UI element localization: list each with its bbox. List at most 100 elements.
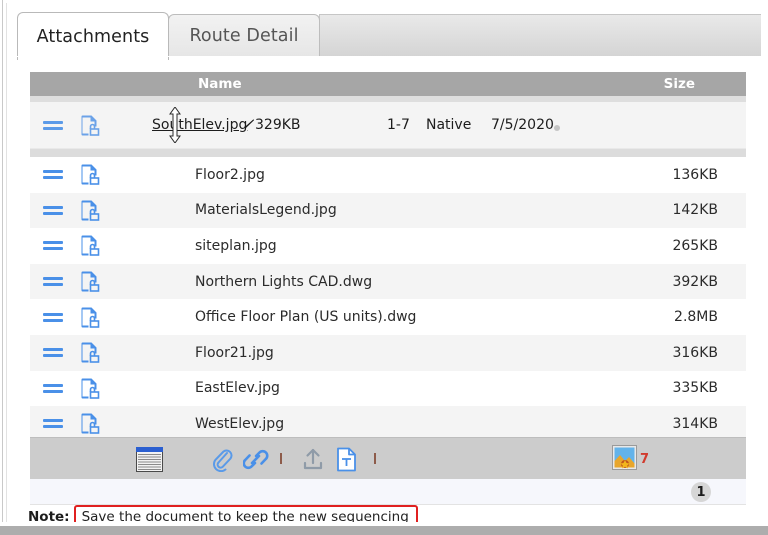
row-filename[interactable]: Floor21.jpg: [195, 345, 274, 361]
document-link-icon[interactable]: [78, 306, 102, 329]
tab-route-detail-label: Route Detail: [189, 26, 299, 46]
tab-strip-filler: [319, 14, 761, 57]
tab-route-detail[interactable]: Route Detail: [168, 14, 320, 57]
drag-handle-icon: [43, 167, 63, 182]
document-link-icon[interactable]: [78, 377, 102, 400]
row-filename[interactable]: EastElev.jpg: [195, 380, 280, 396]
row-filename[interactable]: siteplan.jpg: [195, 238, 277, 254]
drag-handle[interactable]: [42, 381, 64, 396]
pencil-icon[interactable]: [242, 116, 255, 135]
table-row[interactable]: Floor2.jpg 136KB: [30, 157, 746, 193]
document-link-icon[interactable]: [78, 412, 102, 435]
link-icon[interactable]: [243, 447, 269, 472]
drag-handle[interactable]: [42, 416, 64, 431]
document-link-icon-svg: [81, 115, 99, 136]
list-view-icon[interactable]: [136, 447, 163, 472]
row-filename[interactable]: MaterialsLegend.jpg: [195, 202, 337, 218]
paperclip-icon-svg: [213, 449, 233, 472]
image-thumbnail-count: 7: [640, 452, 650, 467]
attachments-grid: Name Size SouthElev.jpg 329KB 1-7 Native…: [30, 72, 746, 442]
link-icon-svg: [243, 449, 269, 470]
pagination-bar: 1: [30, 479, 746, 505]
toolbar-separator-1: [280, 453, 282, 464]
drag-handle-icon: [43, 238, 63, 253]
vertical-move-cursor-svg: [169, 106, 181, 144]
document-link-icon[interactable]: [78, 234, 102, 257]
paperclip-icon[interactable]: [210, 447, 234, 472]
row-size: 136KB: [672, 166, 718, 183]
drag-handle-icon: [43, 274, 63, 289]
row-size: 392KB: [672, 273, 718, 290]
tab-attachments[interactable]: Attachments: [17, 12, 169, 60]
document-link-icon-svg: [81, 307, 99, 328]
tab-attachments-label: Attachments: [36, 26, 150, 47]
document-link-icon[interactable]: [78, 114, 102, 137]
document-link-icon-svg: [81, 164, 99, 186]
drag-handle[interactable]: [42, 274, 64, 289]
row-filename[interactable]: Floor2.jpg: [195, 167, 265, 183]
panel-inner-border: [6, 3, 7, 525]
row-size: 335KB: [672, 380, 718, 397]
row-filename[interactable]: Office Floor Plan (US units).dwg: [195, 309, 416, 325]
drag-preview-type: Native: [426, 117, 472, 133]
row-size: 142KB: [672, 202, 718, 219]
list-view-icon-svg: [136, 447, 163, 472]
row-filename[interactable]: WestElev.jpg: [195, 416, 284, 432]
tab-strip: Attachments Route Detail: [9, 9, 761, 60]
row-size: 2.8MB: [674, 309, 718, 326]
document-link-icon[interactable]: [78, 341, 102, 364]
drag-preview-row[interactable]: SouthElev.jpg 329KB 1-7 Native 7/5/2020: [30, 102, 746, 149]
document-link-icon-svg: [81, 271, 99, 292]
table-row[interactable]: MaterialsLegend.jpg 142KB: [30, 192, 746, 229]
drag-handle[interactable]: [42, 118, 64, 133]
drag-handle[interactable]: [42, 238, 64, 253]
image-thumbnail-icon-svg: [612, 445, 637, 470]
column-header-size[interactable]: Size: [664, 76, 695, 92]
document-link-icon[interactable]: [78, 163, 102, 186]
column-header-name[interactable]: Name: [198, 76, 242, 92]
row-size: 314KB: [672, 415, 718, 432]
vertical-move-cursor-icon: [168, 106, 182, 144]
grid-toolbar: 7: [30, 437, 746, 480]
upload-icon[interactable]: [301, 447, 325, 472]
attachments-panel: Attachments Route Detail Name Size South…: [0, 0, 768, 535]
document-link-icon[interactable]: [78, 270, 102, 293]
row-filename[interactable]: Northern Lights CAD.dwg: [195, 274, 372, 290]
document-link-icon-svg: [81, 413, 99, 435]
drag-handle-icon: [43, 381, 63, 396]
table-row[interactable]: siteplan.jpg 265KB: [30, 228, 746, 264]
drag-handle[interactable]: [42, 167, 64, 182]
drag-preview-pages: 1-7: [387, 117, 410, 133]
text-document-icon[interactable]: [336, 447, 358, 472]
tab-strip-underline: [9, 56, 761, 57]
drag-preview-filename[interactable]: SouthElev.jpg: [152, 117, 247, 133]
document-link-icon-svg: [81, 342, 99, 364]
image-thumbnail-icon[interactable]: [612, 445, 637, 470]
table-row[interactable]: EastElev.jpg 335KB: [30, 370, 746, 407]
document-link-icon-svg: [81, 235, 99, 257]
document-link-icon-svg: [81, 378, 99, 399]
drag-preview-status-dot: [554, 125, 560, 131]
drag-handle-icon: [43, 345, 63, 360]
upload-icon-svg: [303, 448, 323, 470]
drag-handle-icon: [43, 416, 63, 431]
drag-handle[interactable]: [42, 310, 64, 325]
drag-handle-icon: [43, 203, 63, 218]
drag-handle[interactable]: [42, 345, 64, 360]
document-link-icon-svg: [81, 200, 99, 221]
row-size: 316KB: [672, 344, 718, 361]
drag-handle[interactable]: [42, 203, 64, 218]
table-row[interactable]: Floor21.jpg 316KB: [30, 334, 746, 371]
page-number-badge[interactable]: 1: [691, 482, 711, 502]
window-bottom-bar: [0, 526, 768, 535]
table-row[interactable]: Office Floor Plan (US units).dwg 2.8MB: [30, 299, 746, 335]
row-size: 265KB: [672, 237, 718, 254]
table-row[interactable]: Northern Lights CAD.dwg 392KB: [30, 263, 746, 300]
panel-left-border: [2, 0, 3, 528]
drag-preview-date: 7/5/2020: [491, 117, 554, 133]
pencil-icon-svg: [244, 119, 254, 129]
toolbar-separator-2: [374, 453, 376, 464]
text-document-icon-svg: [337, 447, 356, 472]
drag-gap-bottom: [30, 149, 746, 157]
document-link-icon[interactable]: [78, 199, 102, 222]
